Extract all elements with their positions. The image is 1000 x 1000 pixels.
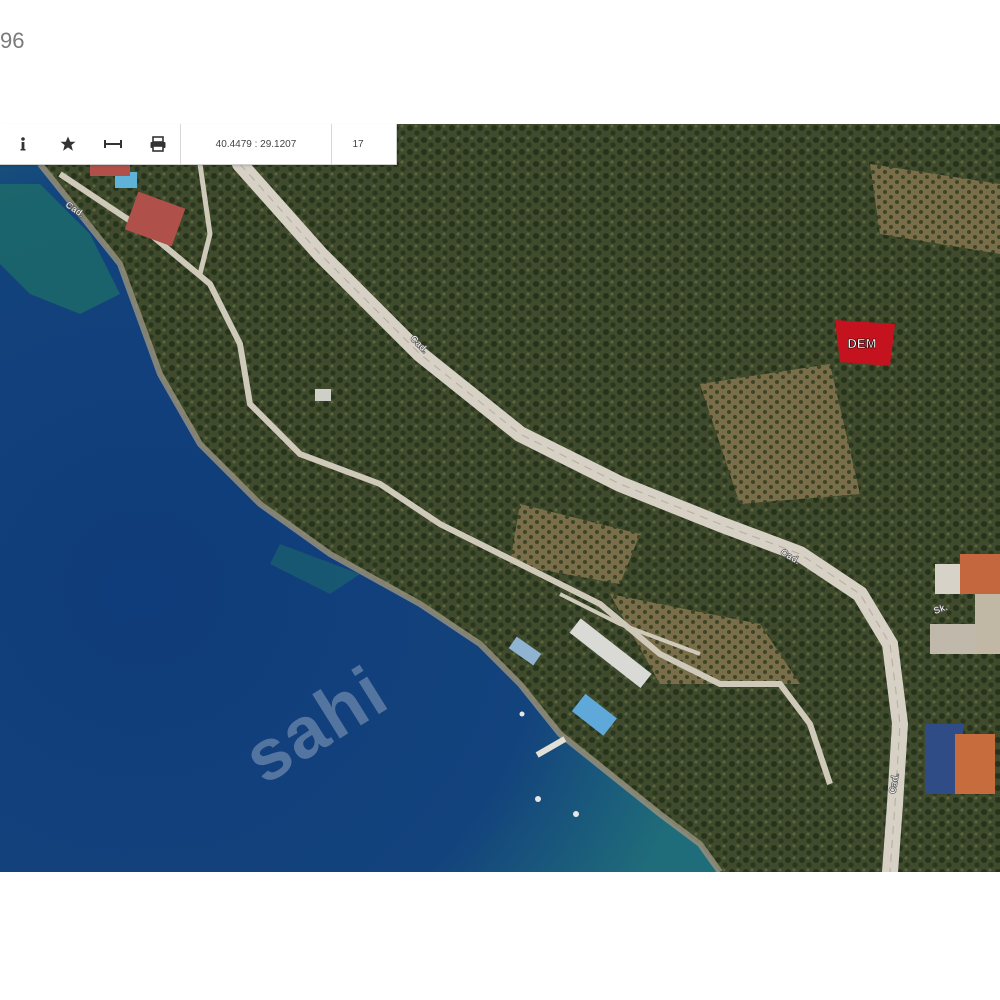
building: [975, 594, 1000, 654]
boat: [535, 796, 541, 802]
building: [955, 734, 995, 794]
measure-button[interactable]: [90, 124, 135, 164]
favorite-button[interactable]: [45, 124, 90, 164]
building: [315, 389, 331, 401]
printer-icon: [150, 136, 165, 152]
coordinates-readout: 40.4479 : 29.1207: [215, 138, 297, 150]
info-button[interactable]: [0, 124, 45, 164]
building: [930, 624, 980, 654]
zoom-level-readout: 17: [352, 138, 364, 150]
page-header-label: 96: [0, 28, 25, 53]
building: [90, 164, 130, 176]
map-toolbar: 40.4479 : 29.1207 17: [0, 124, 397, 165]
print-button[interactable]: [135, 124, 180, 164]
map-imagery[interactable]: DEM Cad. Cad. Cad. Sk. Cad.: [0, 124, 1000, 872]
building: [960, 554, 1000, 594]
ruler-icon: [103, 140, 122, 148]
boat: [573, 811, 579, 817]
info-icon: [20, 137, 25, 151]
star-icon: [60, 136, 75, 151]
boat: [519, 711, 525, 717]
satellite-map[interactable]: DEM Cad. Cad. Cad. Sk. Cad. sahi: [0, 124, 1000, 872]
parcel-label: DEM: [848, 336, 877, 351]
